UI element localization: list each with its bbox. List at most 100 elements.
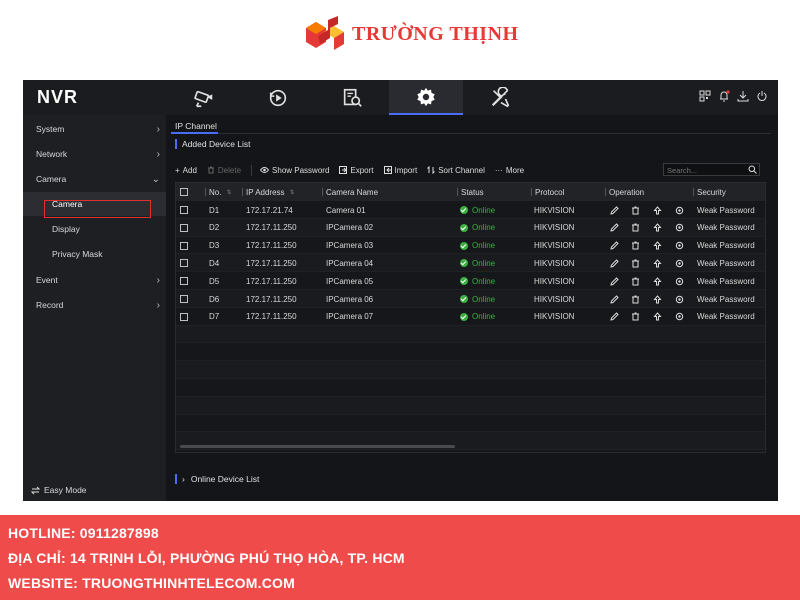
status-text: Online — [472, 276, 496, 286]
settings-button[interactable] — [675, 272, 684, 290]
more-button[interactable]: ··· More — [495, 166, 524, 175]
settings-button[interactable] — [675, 290, 684, 308]
sidebar-item-network[interactable]: Network › — [23, 142, 166, 166]
horizontal-scrollbar[interactable] — [180, 445, 455, 448]
search-input[interactable] — [667, 165, 747, 175]
show-password-button[interactable]: Show Password — [260, 166, 329, 175]
nav-file-search[interactable] — [315, 80, 389, 115]
cell-no: D7 — [209, 312, 220, 322]
power-icon[interactable] — [756, 90, 768, 102]
edit-button[interactable] — [610, 308, 619, 326]
upgrade-button[interactable] — [653, 254, 662, 272]
download-icon[interactable] — [737, 90, 749, 102]
upgrade-button[interactable] — [653, 272, 662, 290]
table-row[interactable]: D6 172.17.11.250 IPCamera 06 Online HIKVISIO… — [176, 290, 765, 308]
sidebar-item-event[interactable]: Event › — [23, 268, 166, 292]
empty-row — [176, 325, 765, 344]
delete-button[interactable] — [631, 201, 640, 219]
column-header-security: Security — [693, 183, 726, 201]
bell-icon[interactable] — [718, 90, 730, 102]
settings-button[interactable] — [675, 201, 684, 219]
settings-icon — [675, 295, 684, 303]
delete-icon — [632, 206, 639, 214]
settings-button[interactable] — [675, 219, 684, 237]
cell-status: Online — [460, 254, 495, 272]
delete-button[interactable] — [631, 254, 640, 272]
upgrade-icon — [653, 276, 662, 286]
cell-status: Online — [460, 237, 495, 255]
qr-code-icon[interactable] — [699, 90, 711, 102]
cell-ip: 172.17.11.250 — [246, 241, 297, 251]
sidebar-item-label: Event — [36, 275, 58, 285]
table-row[interactable]: D2 172.17.11.250 IPCamera 02 Online HIKVISIO… — [176, 218, 765, 237]
status-text: Online — [472, 223, 496, 233]
edit-button[interactable] — [610, 290, 619, 308]
truong-thinh-logo-icon — [306, 16, 344, 50]
sidebar-item-label: Record — [36, 300, 64, 310]
sidebar-subitem-display[interactable]: Display — [23, 217, 166, 241]
column-header-no[interactable]: No. ⇅ — [205, 183, 231, 201]
cell-ip: 172.17.21.74 — [246, 205, 293, 215]
easy-mode-toggle[interactable]: Easy Mode — [31, 485, 87, 495]
row-checkbox[interactable] — [180, 219, 188, 237]
cell-protocol: HIKVISION — [534, 241, 575, 251]
row-checkbox[interactable] — [180, 290, 188, 308]
cell-status: Online — [460, 290, 495, 308]
delete-button[interactable] — [631, 308, 640, 326]
delete-button[interactable] — [631, 237, 640, 255]
table-row[interactable]: D4 172.17.11.250 IPCamera 04 Online HIKVISIO… — [176, 254, 765, 273]
online-check-icon — [460, 295, 468, 303]
edit-button[interactable] — [610, 201, 619, 219]
sort-channel-button[interactable]: Sort Channel — [427, 166, 485, 175]
add-button[interactable]: + Add — [175, 166, 197, 175]
column-header-ip[interactable]: IP Address ⇅ — [242, 183, 295, 201]
settings-icon — [675, 241, 684, 250]
column-header-label: Security — [697, 187, 726, 197]
row-checkbox[interactable] — [180, 254, 188, 272]
sidebar-item-system[interactable]: System › — [23, 117, 166, 141]
table-row[interactable]: D1 172.17.21.74 Camera 01 Online HIKVISION We… — [176, 201, 765, 219]
upgrade-button[interactable] — [653, 219, 662, 237]
row-checkbox[interactable] — [180, 308, 188, 326]
footer-website: WEBSITE: TRUONGTHINHTELECOM.COM — [8, 575, 295, 591]
upgrade-button[interactable] — [653, 201, 662, 219]
sidebar-item-record[interactable]: Record › — [23, 293, 166, 317]
settings-button[interactable] — [675, 254, 684, 272]
table-row[interactable]: D5 172.17.11.250 IPCamera 05 Online HIKVISIO… — [176, 272, 765, 290]
search-icon[interactable] — [748, 165, 757, 174]
upgrade-button[interactable] — [653, 237, 662, 255]
row-checkbox[interactable] — [180, 272, 188, 290]
export-button[interactable]: Export — [339, 166, 374, 175]
table-header: No. ⇅ IP Address ⇅ Camera Name Status Prot… — [176, 183, 765, 201]
edit-button[interactable] — [610, 254, 619, 272]
import-label: Import — [394, 165, 418, 175]
delete-button[interactable] — [631, 290, 640, 308]
nav-maintenance[interactable] — [463, 80, 537, 115]
upgrade-button[interactable] — [653, 290, 662, 308]
sidebar-item-camera[interactable]: Camera ⌄ — [23, 167, 166, 191]
column-header-protocol: Protocol — [531, 183, 564, 201]
sidebar-subitem-privacy-mask[interactable]: Privacy Mask — [23, 242, 166, 266]
edit-button[interactable] — [610, 272, 619, 290]
import-button[interactable]: Import — [383, 165, 418, 175]
row-checkbox[interactable] — [180, 237, 188, 255]
table-row[interactable]: D3 172.17.11.250 IPCamera 03 Online HIKVISIO… — [176, 237, 765, 255]
settings-button[interactable] — [675, 308, 684, 326]
row-checkbox[interactable] — [180, 201, 188, 219]
nav-configuration[interactable] — [389, 80, 463, 115]
settings-button[interactable] — [675, 237, 684, 255]
edit-button[interactable] — [610, 219, 619, 237]
delete-button[interactable] — [631, 219, 640, 237]
upgrade-button[interactable] — [653, 308, 662, 326]
edit-button[interactable] — [610, 237, 619, 255]
upgrade-icon — [653, 223, 662, 232]
nav-live-view[interactable] — [167, 80, 241, 115]
table-row[interactable]: D7 172.17.11.250 IPCamera 07 Online HIKVISIO… — [176, 308, 765, 326]
delete-button[interactable]: Delete — [207, 166, 241, 175]
online-device-list-toggle[interactable]: › Online Device List — [175, 474, 259, 484]
delete-button[interactable] — [631, 272, 640, 290]
more-icon: ··· — [494, 165, 503, 175]
status-text: Online — [472, 205, 496, 215]
nav-playback[interactable] — [241, 80, 315, 115]
select-all-checkbox[interactable] — [180, 183, 188, 201]
